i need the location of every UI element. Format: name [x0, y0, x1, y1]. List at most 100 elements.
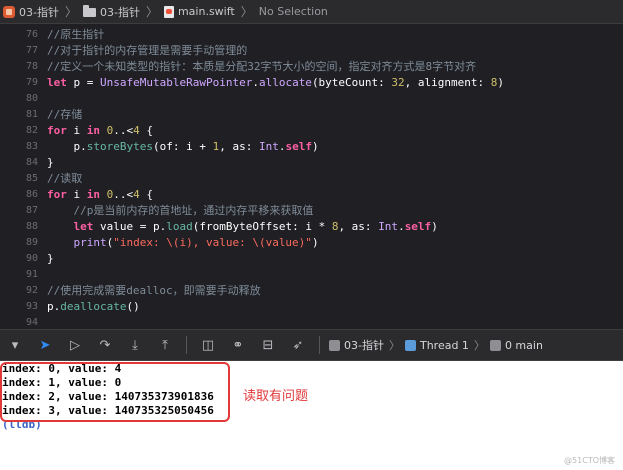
code-token: .: [398, 220, 405, 233]
code-line[interactable]: 76 //原生指针: [0, 27, 623, 43]
debug-target[interactable]: 03-指针: [326, 337, 387, 353]
environment-overrides-icon[interactable]: ⊟: [257, 334, 279, 356]
code-token: p.: [47, 300, 61, 313]
code-line[interactable]: 92 //使用完成需要dealloc，即需要手动释放: [0, 283, 623, 299]
simulate-location-icon[interactable]: ➶: [287, 334, 309, 356]
step-out-icon[interactable]: ⤒: [154, 334, 176, 356]
code-token: load: [166, 220, 193, 233]
line-number: 78: [25, 61, 38, 72]
code-text: //p是当前内存的首地址，通过内存平移来获取值: [47, 203, 313, 219]
step-over-icon[interactable]: ↷: [94, 334, 116, 356]
code-token: "index: \(i), value: \(value)": [113, 236, 312, 249]
code-token: {: [139, 188, 153, 201]
step-into-icon[interactable]: ⤓: [124, 334, 146, 356]
code-token: {: [139, 124, 153, 137]
line-number: 86: [25, 189, 38, 200]
code-line[interactable]: 79 let p = UnsafeMutableRawPointer.alloca…: [0, 75, 623, 91]
debug-frame[interactable]: 0 main: [487, 339, 546, 352]
jump-bar: 03-指针 〉 03-指针 〉 main.swift 〉 No Selectio…: [0, 0, 623, 24]
code-text: for i in 0..<4 {: [47, 187, 153, 203]
code-line[interactable]: 88 let value = p.load(fromByteOffset: i …: [0, 219, 623, 235]
line-number: 85: [25, 173, 38, 184]
line-number: 79: [25, 77, 38, 88]
folder-icon: [82, 5, 96, 17]
code-line[interactable]: 77 //对于指针的内存管理是需要手动管理的: [0, 43, 623, 59]
chevron-right-icon: 〉: [240, 5, 253, 19]
debug-thread[interactable]: Thread 1: [402, 339, 472, 352]
watermark: @51CTO博客: [564, 456, 615, 465]
breakpoints-toggle-icon[interactable]: ➤: [34, 334, 56, 356]
code-line[interactable]: 93 p.deallocate(): [0, 299, 623, 315]
code-token: ): [311, 236, 319, 249]
breadcrumb-selection-label: No Selection: [258, 5, 328, 18]
code-token: 4: [133, 188, 140, 201]
code-token: (fromByteOffset: i *: [192, 220, 332, 233]
chevron-right-icon: 〉: [64, 5, 77, 19]
code-token: , as:: [338, 220, 379, 233]
code-line[interactable]: 78 //定义一个未知类型的指针：本质是分配32字节大小的空间，指定对齐方式是8字…: [0, 59, 623, 75]
line-number: 88: [25, 221, 38, 232]
code-text: //存储: [47, 107, 82, 123]
code-line[interactable]: 80: [0, 91, 623, 107]
line-number: 80: [25, 93, 38, 104]
debug-console[interactable]: index: 0, value: 4 index: 1, value: 0 in…: [0, 361, 623, 470]
breadcrumb-file[interactable]: main.swift: [161, 5, 238, 18]
code-token: ..<: [113, 188, 134, 201]
code-text: //原生指针: [47, 27, 104, 43]
hide-debug-area-icon[interactable]: ▾: [4, 334, 26, 356]
code-token: in: [86, 188, 100, 201]
code-editor[interactable]: 76 //原生指针 77 //对于指针的内存管理是需要手动管理的 78 //定义一个未知类…: [0, 24, 623, 329]
code-line[interactable]: 84}: [0, 155, 623, 171]
code-token: Int: [378, 220, 399, 233]
chevron-right-icon: 〉: [473, 339, 485, 352]
debug-target-label: 03-指针: [344, 339, 384, 352]
code-token: }: [47, 156, 54, 169]
code-line[interactable]: 89 print("index: \(i), value: \(value)"): [0, 235, 623, 251]
code-line[interactable]: 82 for i in 0..<4 {: [0, 123, 623, 139]
line-number: 93: [25, 301, 38, 312]
line-number: 87: [25, 205, 38, 216]
code-token: p =: [66, 76, 100, 89]
code-token: allocate: [258, 76, 312, 89]
breadcrumb-project[interactable]: 03-指针: [0, 4, 62, 20]
code-line[interactable]: 90}: [0, 251, 623, 267]
code-token: //使用完成需要dealloc，即需要手动释放: [47, 284, 261, 297]
line-number: 92: [25, 285, 38, 296]
code-text: //对于指针的内存管理是需要手动管理的: [47, 43, 247, 59]
code-text: let p = UnsafeMutableRawPointer.allocate…: [47, 75, 504, 91]
breadcrumb-folder[interactable]: 03-指针: [80, 4, 143, 20]
code-line[interactable]: 85 //读取: [0, 171, 623, 187]
code-token: //存储: [47, 108, 83, 121]
memory-graph-icon[interactable]: ⚭: [227, 334, 249, 356]
code-token: //原生指针: [47, 28, 105, 41]
code-token: self: [285, 140, 312, 153]
code-text: }: [47, 155, 54, 171]
code-text: for i in 0..<4 {: [47, 123, 153, 139]
line-number: 84: [25, 157, 38, 168]
code-token: self: [404, 220, 432, 233]
line-number: 77: [25, 45, 38, 56]
code-line[interactable]: 87 //p是当前内存的首地址，通过内存平移来获取值: [0, 203, 623, 219]
code-token: in: [86, 124, 100, 137]
breadcrumb-folder-label: 03-指针: [99, 5, 140, 19]
continue-icon[interactable]: ▷: [64, 334, 86, 356]
code-line[interactable]: 86 for i in 0..<4 {: [0, 187, 623, 203]
chevron-right-icon: 〉: [145, 5, 158, 19]
code-line[interactable]: 83 p.storeBytes(of: i + 1, as: Int.self): [0, 139, 623, 155]
code-line[interactable]: 94: [0, 315, 623, 329]
code-token: //读取: [47, 172, 83, 185]
view-hierarchy-icon[interactable]: ◫: [197, 334, 219, 356]
code-line[interactable]: 91: [0, 267, 623, 283]
toolbar-divider: [186, 336, 187, 354]
toolbar-divider: [319, 336, 320, 354]
stack-frame-icon: [489, 339, 501, 351]
breadcrumb-selection[interactable]: No Selection: [256, 5, 331, 18]
debug-frame-label: 0 main: [504, 338, 543, 352]
code-token: , as:: [219, 140, 259, 153]
code-line[interactable]: 81 //存储: [0, 107, 623, 123]
code-token: ): [497, 76, 505, 89]
code-text: p.deallocate(): [47, 299, 140, 315]
